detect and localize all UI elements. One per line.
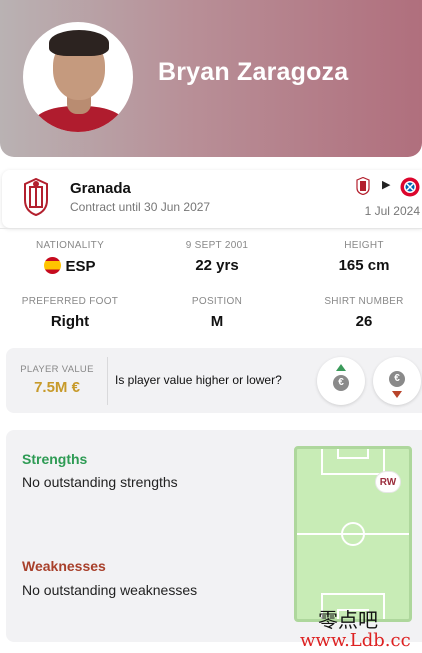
player-name: Bryan Zaragoza bbox=[158, 58, 349, 86]
nationality-cell: NATIONALITY ESP bbox=[0, 240, 140, 275]
granada-crest-small-icon bbox=[356, 177, 370, 195]
player-value-label: PLAYER VALUE bbox=[20, 364, 94, 375]
position-badge: RW bbox=[375, 471, 401, 493]
height-label: HEIGHT bbox=[344, 240, 384, 251]
avatar-hair bbox=[49, 30, 109, 56]
position-value: M bbox=[210, 313, 224, 330]
weaknesses-text: No outstanding weaknesses bbox=[22, 582, 198, 598]
spain-flag-icon bbox=[44, 257, 62, 274]
position-cell: POSITION M bbox=[147, 296, 287, 330]
foot-cell: PREFERRED FOOT Right bbox=[0, 296, 140, 330]
foot-label: PREFERRED FOOT bbox=[21, 296, 119, 307]
shirt-label: SHIRT NUMBER bbox=[324, 296, 404, 307]
nationality-value: ESP bbox=[0, 257, 140, 275]
bayern-crest-icon bbox=[400, 177, 420, 197]
section-divider bbox=[0, 228, 422, 229]
position-pitch: RW bbox=[294, 446, 412, 622]
shirt-cell: SHIRT NUMBER 26 bbox=[294, 296, 422, 330]
nationality-label: NATIONALITY bbox=[35, 240, 105, 251]
watermark-line1: 零点吧 bbox=[318, 608, 378, 632]
player-value-amount: 7.5M € bbox=[34, 379, 80, 396]
center-circle bbox=[341, 522, 365, 546]
value-lower-button[interactable]: € bbox=[373, 357, 421, 405]
granada-crest-icon bbox=[24, 178, 48, 216]
value-separator bbox=[107, 357, 108, 405]
foot-value: Right bbox=[50, 313, 90, 330]
arrow-up-icon bbox=[336, 364, 346, 371]
player-avatar bbox=[23, 22, 133, 132]
arrow-down-icon bbox=[392, 391, 402, 398]
club-name[interactable]: Granada bbox=[70, 180, 131, 197]
strengths-text: No outstanding strengths bbox=[22, 474, 178, 490]
shirt-value: 26 bbox=[355, 313, 373, 330]
age-cell: 9 SEPT 2001 22 yrs bbox=[147, 240, 287, 274]
transfer-date: 1 Jul 2024 bbox=[364, 204, 420, 218]
player-value-box: PLAYER VALUE 7.5M € Is player value high… bbox=[6, 348, 422, 413]
transfer-arrow-icon: ▶ bbox=[382, 179, 391, 191]
player-info-grid: NATIONALITY ESP 9 SEPT 2001 22 yrs HEIGH… bbox=[0, 230, 422, 338]
strengths-title: Strengths bbox=[22, 451, 88, 467]
euro-coin-icon: € bbox=[333, 375, 349, 391]
contract-text: Contract until 30 Jun 2027 bbox=[70, 200, 211, 214]
height-cell: HEIGHT 165 cm bbox=[294, 240, 422, 274]
value-question: Is player value higher or lower? bbox=[115, 373, 282, 387]
age-value: 22 yrs bbox=[195, 257, 239, 274]
position-label: POSITION bbox=[191, 296, 243, 307]
club-row[interactable]: Granada Contract until 30 Jun 2027 ▶ 1 J… bbox=[2, 170, 422, 228]
top-goal-box bbox=[337, 449, 369, 459]
height-value: 165 cm bbox=[338, 257, 390, 274]
player-header: Bryan Zaragoza bbox=[0, 0, 422, 157]
weaknesses-title: Weaknesses bbox=[22, 558, 106, 574]
euro-coin-icon: € bbox=[389, 371, 405, 387]
watermark-line2: www.Ldb.cc bbox=[300, 630, 411, 651]
dob-label: 9 SEPT 2001 bbox=[185, 240, 249, 251]
nationality-text: ESP bbox=[65, 258, 96, 275]
value-higher-button[interactable]: € bbox=[317, 357, 365, 405]
